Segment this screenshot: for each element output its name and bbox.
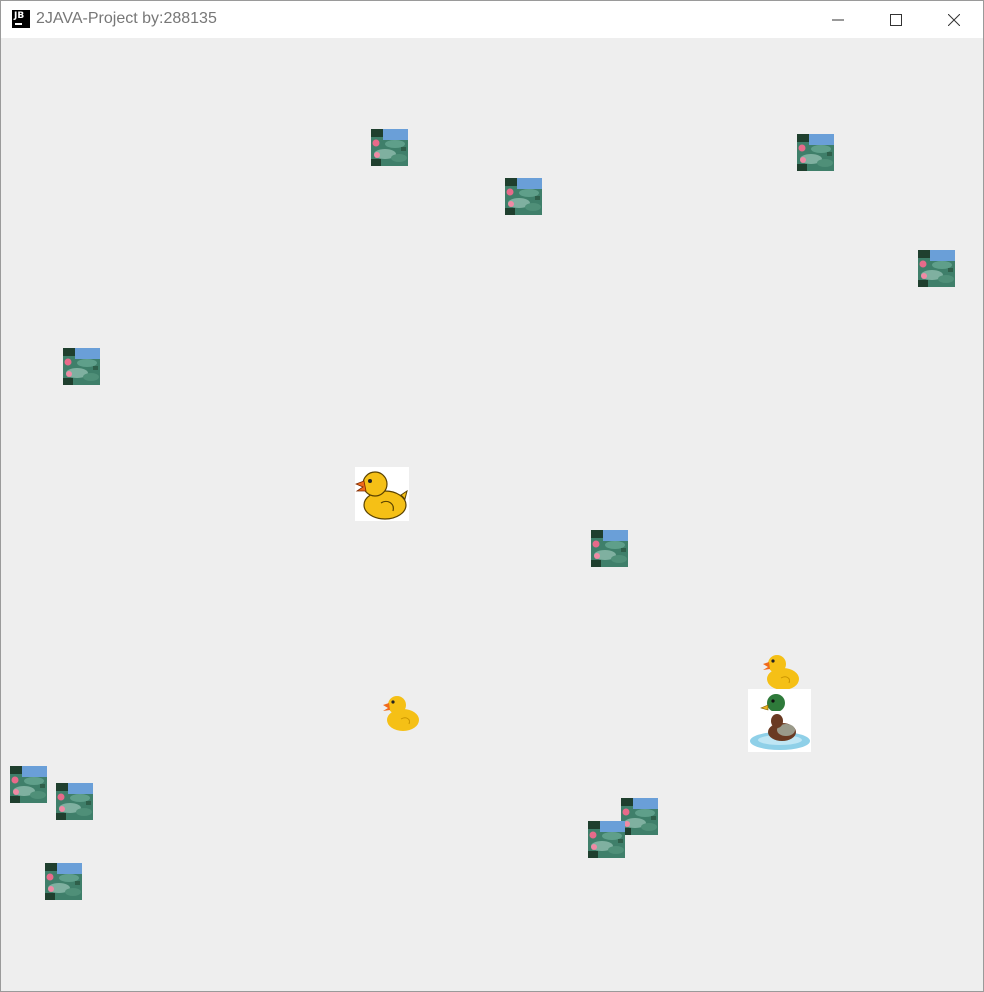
close-button[interactable] xyxy=(925,1,983,38)
lotus-tile xyxy=(63,348,100,385)
yellow-duck-large xyxy=(355,467,409,521)
maximize-icon xyxy=(890,13,902,26)
lotus-pond-icon xyxy=(10,766,47,803)
lotus-pond-icon xyxy=(797,134,834,171)
lotus-pond-icon xyxy=(621,798,658,835)
lotus-pond-icon xyxy=(63,348,100,385)
mallard-duck-icon xyxy=(750,694,810,750)
close-icon xyxy=(948,13,960,26)
window-title: 2JAVA-Project by:288135 xyxy=(36,10,217,27)
lotus-pond-icon xyxy=(918,250,955,287)
lotus-tile xyxy=(45,863,82,900)
lotus-pond-icon xyxy=(371,129,408,166)
lotus-pond-icon xyxy=(45,863,82,900)
lotus-pond-icon xyxy=(505,178,542,215)
lotus-tile xyxy=(588,821,625,858)
app-icon-label: JB xyxy=(14,11,25,21)
lotus-tile xyxy=(371,129,408,166)
yellow-duck-small xyxy=(762,652,800,690)
title-bar[interactable]: JB 2JAVA-Project by:288135 xyxy=(1,1,983,38)
lotus-tile xyxy=(797,134,834,171)
lotus-tile xyxy=(56,783,93,820)
lotus-tile xyxy=(918,250,955,287)
minimize-button[interactable] xyxy=(809,1,867,38)
lotus-pond-icon xyxy=(56,783,93,820)
lotus-tile xyxy=(505,178,542,215)
rubber-duck-icon xyxy=(355,471,408,520)
jetbrains-icon: JB xyxy=(12,10,30,28)
lotus-tile xyxy=(591,530,628,567)
app-window: JB 2JAVA-Project by:288135 xyxy=(0,0,984,992)
rubber-duck-icon xyxy=(763,655,799,690)
game-canvas[interactable] xyxy=(1,38,983,991)
maximize-button[interactable] xyxy=(867,1,925,38)
lotus-pond-icon xyxy=(591,530,628,567)
lotus-tile xyxy=(10,766,47,803)
player-mallard-duck[interactable] xyxy=(748,689,811,752)
lotus-pond-icon xyxy=(588,821,625,858)
lotus-tile xyxy=(621,798,658,835)
minimize-icon xyxy=(832,19,844,20)
rubber-duck-icon xyxy=(383,696,419,731)
yellow-duck-small xyxy=(382,693,420,731)
